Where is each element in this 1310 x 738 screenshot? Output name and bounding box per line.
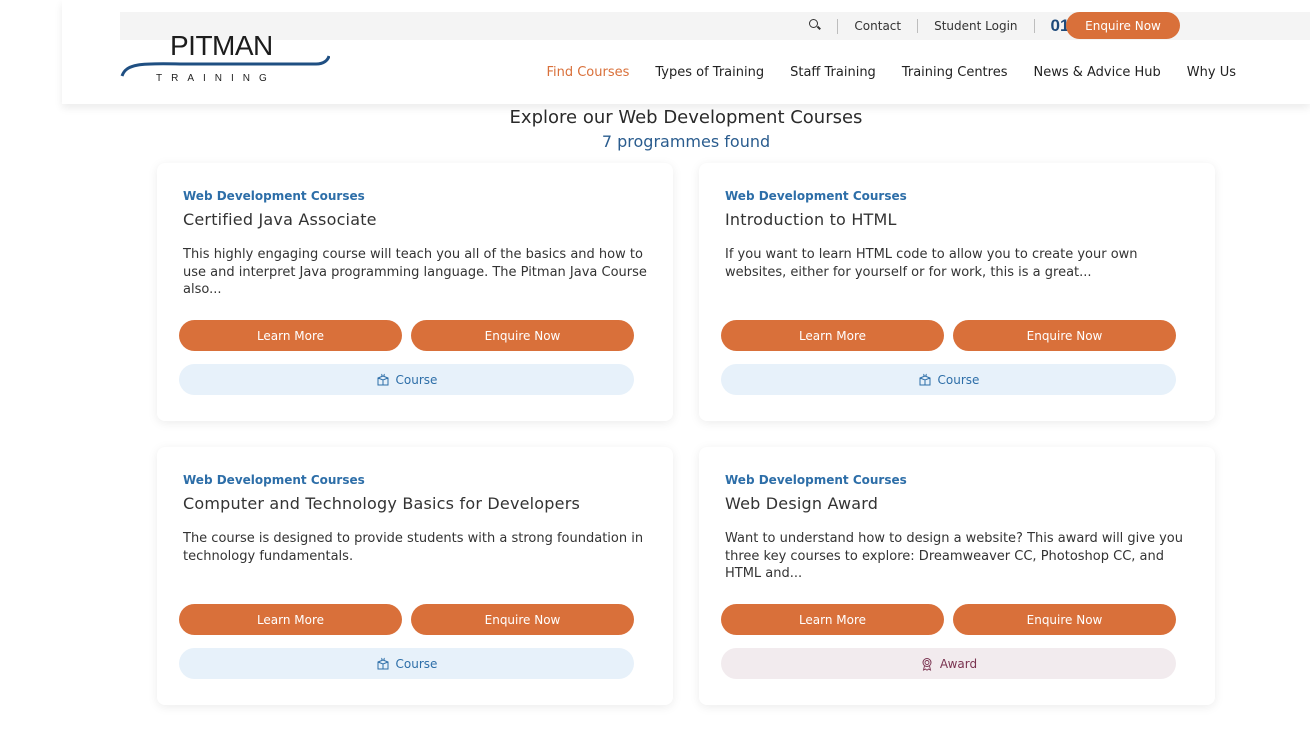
course-description: This highly engaging course will teach y… bbox=[183, 247, 647, 297]
enquire-now-button[interactable]: Enquire Now bbox=[411, 604, 634, 635]
course-type-label: Course bbox=[937, 372, 980, 387]
search-icon bbox=[809, 18, 821, 31]
header-enquire-button[interactable]: Enquire Now bbox=[1066, 12, 1180, 39]
course-description: Want to understand how to design a websi… bbox=[725, 531, 1184, 581]
award-type-label: Award bbox=[939, 656, 978, 671]
box-icon bbox=[919, 373, 931, 385]
section-title: Explore our Web Development Courses bbox=[509, 107, 863, 128]
course-category: Web Development Courses bbox=[183, 473, 365, 487]
course-card: Web Development Courses Introduction to … bbox=[699, 163, 1215, 421]
course-card: Web Development Courses Computer and Tec… bbox=[157, 447, 673, 705]
course-title[interactable]: Web Design Award bbox=[725, 494, 878, 513]
enquire-now-button[interactable]: Enquire Now bbox=[953, 604, 1176, 635]
nav-news-advice-hub[interactable]: News & Advice Hub bbox=[1033, 65, 1160, 80]
course-title[interactable]: Introduction to HTML bbox=[725, 210, 897, 229]
nav-training-centres[interactable]: Training Centres bbox=[902, 65, 1008, 80]
course-type-label: Course bbox=[395, 656, 438, 671]
nav-types-of-training[interactable]: Types of Training bbox=[655, 65, 764, 80]
course-category: Web Development Courses bbox=[725, 473, 907, 487]
contact-link[interactable]: Contact bbox=[838, 19, 919, 33]
course-category: Web Development Courses bbox=[183, 189, 365, 203]
pitman-logo[interactable]: PITMAN TRAINING bbox=[120, 30, 330, 90]
learn-more-button[interactable]: Learn More bbox=[721, 320, 944, 351]
course-card: Web Development Courses Web Design Award… bbox=[699, 447, 1215, 705]
nav-staff-training[interactable]: Staff Training bbox=[790, 65, 876, 80]
course-title[interactable]: Certified Java Associate bbox=[183, 210, 377, 229]
course-description: If you want to learn HTML code to allow … bbox=[725, 247, 1138, 280]
course-category: Web Development Courses bbox=[725, 189, 907, 203]
nav-why-us[interactable]: Why Us bbox=[1187, 65, 1236, 80]
learn-more-button[interactable]: Learn More bbox=[721, 604, 944, 635]
course-type-badge: Course bbox=[721, 364, 1176, 395]
course-type-badge: Course bbox=[179, 364, 634, 395]
award-rosette-icon bbox=[922, 657, 932, 671]
enquire-now-button[interactable]: Enquire Now bbox=[953, 320, 1176, 351]
main-navigation: Find Courses Types of Training Staff Tra… bbox=[520, 65, 1236, 80]
course-description: The course is designed to provide studen… bbox=[183, 531, 644, 564]
course-card: Web Development Courses Certified Java A… bbox=[157, 163, 673, 421]
course-type-badge: Course bbox=[179, 648, 634, 679]
box-icon bbox=[377, 657, 389, 669]
learn-more-button[interactable]: Learn More bbox=[179, 604, 402, 635]
course-title[interactable]: Computer and Technology Basics for Devel… bbox=[183, 494, 580, 513]
search-button[interactable] bbox=[793, 18, 839, 34]
nav-find-courses[interactable]: Find Courses bbox=[546, 65, 629, 80]
learn-more-button[interactable]: Learn More bbox=[179, 320, 402, 351]
results-count: 7 programmes found bbox=[601, 132, 771, 151]
award-type-badge: Award bbox=[721, 648, 1176, 679]
enquire-now-button[interactable]: Enquire Now bbox=[411, 320, 634, 351]
course-type-label: Course bbox=[395, 372, 438, 387]
logo-subtitle: TRAINING bbox=[156, 73, 276, 84]
student-login-link[interactable]: Student Login bbox=[918, 19, 1035, 33]
box-icon bbox=[377, 373, 389, 385]
